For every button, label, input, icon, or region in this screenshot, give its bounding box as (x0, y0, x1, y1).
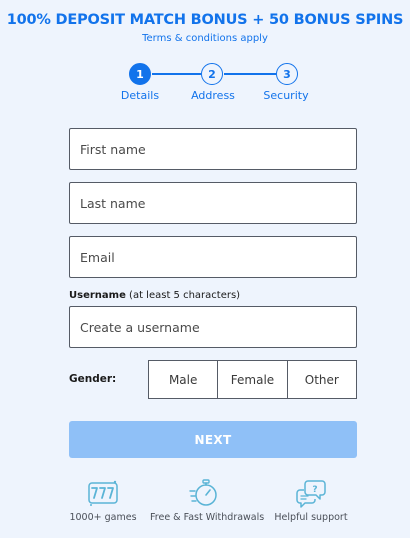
username-label-text: Username (69, 290, 126, 301)
username-hint: (at least 5 characters) (129, 290, 241, 301)
feature-withdrawals-label: Free & Fast Withdrawals (150, 512, 265, 523)
step-2-number: 2 (208, 67, 216, 81)
promo-title: 100% DEPOSIT MATCH BONUS + 50 BONUS SPIN… (6, 12, 404, 28)
step-1-circle: 1 (129, 63, 151, 85)
feature-withdrawals: Free & Fast Withdrawals (150, 478, 265, 523)
step-3-number: 3 (283, 67, 291, 81)
step-2-label: Address (191, 89, 235, 102)
step-connector-2 (224, 73, 276, 75)
first-name-placeholder: First name (80, 141, 146, 157)
step-2-circle: 2 (201, 63, 223, 85)
gender-label: Gender: (69, 373, 117, 385)
step-3-circle: 3 (276, 63, 298, 85)
first-name-input[interactable]: First name (69, 128, 357, 170)
step-1-label: Details (120, 89, 160, 102)
step-3-label: Security (263, 89, 309, 102)
promo-terms[interactable]: Terms & conditions apply (0, 33, 410, 44)
last-name-input[interactable]: Last name (69, 182, 357, 224)
step-connector-1 (152, 73, 201, 75)
gender-selector: Male Female Other (148, 360, 357, 399)
step-1-number: 1 (136, 67, 144, 81)
svg-text:?: ? (312, 485, 317, 495)
username-placeholder: Create a username (80, 319, 200, 335)
username-label: Username (at least 5 characters) (69, 290, 240, 301)
username-input[interactable]: Create a username (69, 306, 357, 348)
gender-option-female[interactable]: Female (218, 361, 288, 398)
email-input[interactable]: Email (69, 236, 357, 278)
feature-support: ? Helpful support (256, 478, 366, 523)
registration-page: 100% DEPOSIT MATCH BONUS + 50 BONUS SPIN… (0, 0, 410, 538)
gender-option-male[interactable]: Male (149, 361, 219, 398)
feature-games: 1000+ games (48, 478, 158, 523)
slot-777-icon (88, 480, 118, 506)
feature-games-label: 1000+ games (69, 512, 137, 523)
last-name-placeholder: Last name (80, 195, 146, 211)
chat-support-icon: ? (296, 480, 326, 508)
gender-option-other[interactable]: Other (288, 361, 356, 398)
stopwatch-icon (189, 479, 217, 506)
next-button[interactable]: NEXT (69, 421, 357, 458)
email-placeholder: Email (80, 249, 115, 265)
feature-support-label: Helpful support (274, 512, 348, 523)
